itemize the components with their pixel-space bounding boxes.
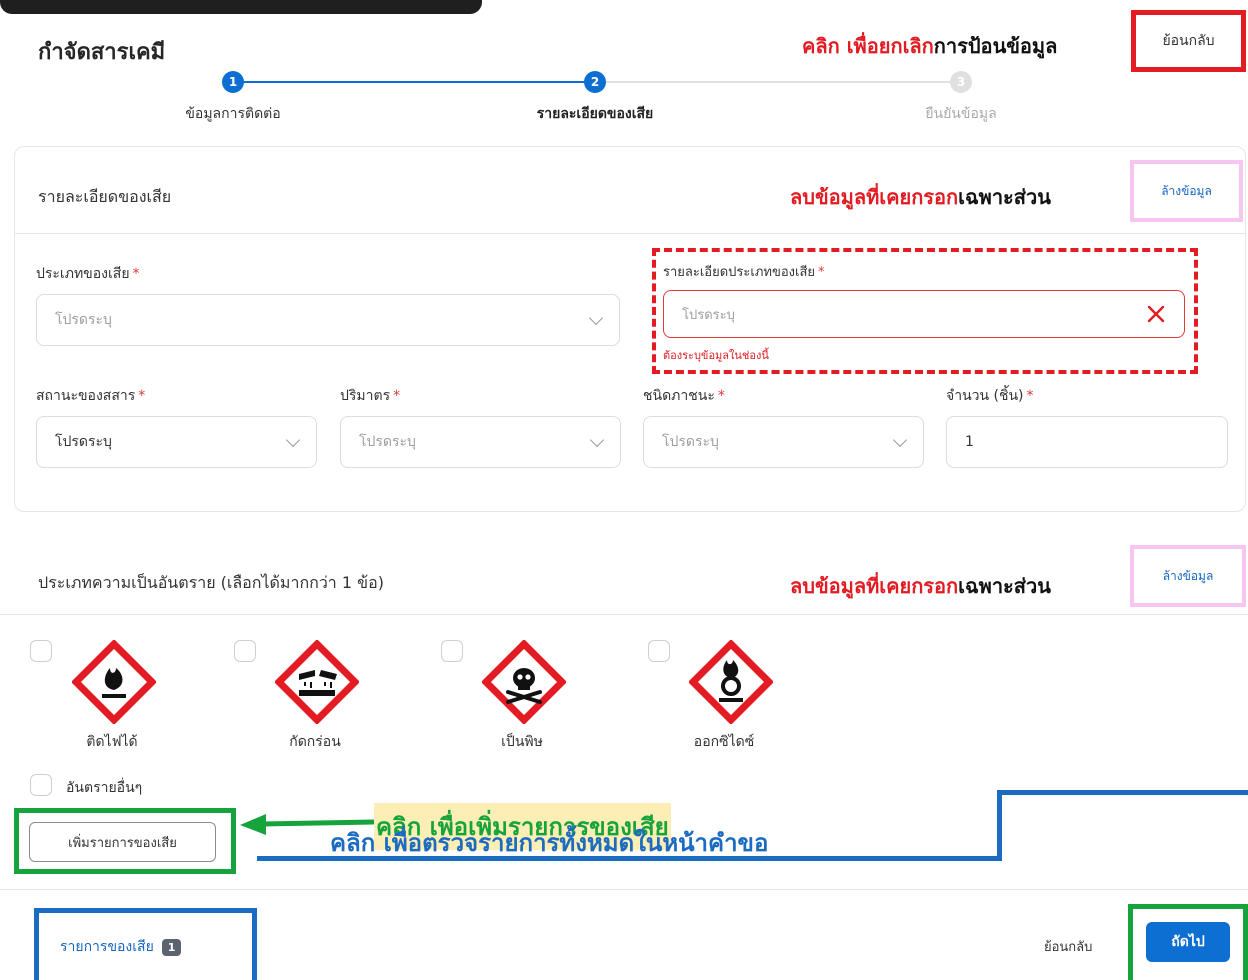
- stepper-line-pending: [606, 81, 956, 83]
- hazard-divider: [0, 614, 1248, 615]
- container-label-text: ชนิดภาชนะ: [643, 388, 715, 404]
- waste-type-detail-input[interactable]: โปรดระบุ: [663, 290, 1185, 338]
- clear-annotation-2-highlight: ลบข้อมูลที่เคยกรอก: [790, 574, 959, 598]
- chevron-down-icon: [285, 432, 301, 448]
- toxic-icon: [482, 640, 566, 724]
- page-title: กำจัดสารเคมี: [38, 40, 166, 65]
- footer-back-button[interactable]: ย้อนกลับ: [1044, 936, 1092, 957]
- waste-type-placeholder: โปรดระบุ: [55, 312, 112, 328]
- state-value: โปรดระบุ: [55, 434, 112, 450]
- cancel-annotation-highlight: คลิก เพื่อยกเลิก: [802, 34, 934, 58]
- quantity-input[interactable]: 1: [946, 416, 1228, 468]
- state-select[interactable]: โปรดระบุ: [36, 416, 317, 468]
- container-placeholder: โปรดระบุ: [662, 434, 719, 450]
- chevron-down-icon: [892, 432, 908, 448]
- items-list-label: รายการของเสีย: [60, 939, 154, 955]
- step-1-dot: 1: [222, 71, 244, 93]
- hazard-label-corrosive: กัดกร่อน: [289, 734, 341, 750]
- step-3-label: ยืนยันข้อมูล: [925, 106, 997, 122]
- waste-type-detail-label-text: รายละเอียดประเภทของเสีย: [663, 265, 815, 280]
- next-button[interactable]: ถัดไป: [1146, 922, 1230, 962]
- required-mark: *: [138, 388, 146, 404]
- cancel-annotation-rest: การป้อนข้อมูล: [933, 34, 1058, 58]
- chevron-down-icon: [588, 310, 604, 326]
- waste-type-label-text: ประเภทของเสีย: [36, 266, 130, 282]
- hazard-label-toxic: เป็นพิษ: [501, 734, 543, 750]
- review-annotation: คลิก เพื่อตรวจรายการทั้งหมดในหน้าคำขอ: [330, 829, 769, 857]
- state-label: สถานะของสสาร *: [36, 385, 145, 407]
- clear-annotation-1-highlight: ลบข้อมูลที่เคยกรอก: [790, 185, 959, 209]
- clear-annotation-2: ลบข้อมูลที่เคยกรอกเฉพาะส่วน: [790, 570, 1051, 602]
- volume-label-text: ปริมาตร: [340, 388, 391, 404]
- waste-detail-title: รายละเอียดของเสีย: [38, 187, 172, 206]
- volume-label: ปริมาตร *: [340, 385, 400, 407]
- review-connector-vertical: [997, 790, 1002, 861]
- waste-type-select[interactable]: โปรดระบุ: [36, 294, 620, 346]
- items-count-badge: 1: [161, 938, 182, 956]
- review-connector-top: [997, 790, 1248, 795]
- waste-type-detail-error: ต้องระบุข้อมูลในช่องนี้: [663, 349, 769, 362]
- required-mark: *: [818, 265, 825, 280]
- chevron-down-icon: [589, 432, 605, 448]
- corrosive-icon: [275, 640, 359, 724]
- add-item-button[interactable]: เพิ่มรายการของเสีย: [29, 822, 216, 862]
- other-hazard-label: อันตรายอื่นๆ: [66, 780, 143, 796]
- clear-hazard-button[interactable]: ล้างข้อมูล: [1130, 545, 1246, 607]
- oxidizer-checkbox[interactable]: [648, 640, 670, 662]
- oxidizer-icon: [689, 640, 773, 724]
- flammable-checkbox[interactable]: [30, 640, 52, 662]
- required-mark: *: [393, 388, 401, 404]
- cancel-annotation: คลิก เพื่อยกเลิกการป้อนข้อมูล: [802, 30, 1057, 62]
- clear-annotation-1-rest: เฉพาะส่วน: [958, 185, 1051, 209]
- footer-divider: [0, 889, 1248, 890]
- hazard-label-oxidizer: ออกซิไดซ์: [693, 734, 755, 750]
- toxic-checkbox[interactable]: [441, 640, 463, 662]
- required-mark: *: [1026, 388, 1034, 404]
- clear-waste-detail-button[interactable]: ล้างข้อมูล: [1130, 160, 1243, 222]
- container-label: ชนิดภาชนะ *: [643, 385, 725, 407]
- volume-select[interactable]: โปรดระบุ: [340, 416, 621, 468]
- quantity-label: จำนวน (ชิ้น) *: [946, 385, 1034, 407]
- corrosive-checkbox[interactable]: [234, 640, 256, 662]
- close-icon[interactable]: [1146, 304, 1166, 324]
- waste-type-detail-label: รายละเอียดประเภทของเสีย *: [663, 261, 825, 282]
- quantity-label-text: จำนวน (ชิ้น): [946, 388, 1024, 404]
- clear-annotation-1: ลบข้อมูลที่เคยกรอกเฉพาะส่วน: [790, 181, 1051, 213]
- header-back-button[interactable]: ย้อนกลับ: [1131, 10, 1246, 72]
- header-back-label: ย้อนกลับ: [1162, 33, 1215, 49]
- waste-detail-divider: [15, 233, 1245, 234]
- waste-type-label: ประเภทของเสีย *: [36, 263, 140, 285]
- step-2-dot: 2: [584, 71, 606, 93]
- other-hazard-checkbox[interactable]: [30, 774, 52, 796]
- volume-placeholder: โปรดระบุ: [359, 434, 416, 450]
- clear-annotation-2-rest: เฉพาะส่วน: [958, 574, 1051, 598]
- top-bar: [0, 0, 482, 14]
- state-label-text: สถานะของสสาร: [36, 388, 136, 404]
- step-3-dot: 3: [950, 71, 972, 93]
- hazard-label-flammable: ติดไฟได้: [86, 734, 138, 750]
- items-list-button[interactable]: รายการของเสีย 1: [60, 936, 182, 958]
- hazard-title: ประเภทความเป็นอันตราย (เลือกได้มากกว่า 1…: [38, 573, 384, 592]
- container-select[interactable]: โปรดระบุ: [643, 416, 924, 468]
- flammable-icon: [72, 640, 156, 724]
- step-2-label: รายละเอียดของเสีย: [536, 106, 654, 122]
- stepper-line-complete: [242, 81, 592, 83]
- required-mark: *: [717, 388, 725, 404]
- waste-type-detail-placeholder: โปรดระบุ: [682, 307, 735, 323]
- required-mark: *: [132, 266, 140, 282]
- step-1-label: ข้อมูลการติดต่อ: [185, 106, 281, 122]
- quantity-value: 1: [965, 434, 974, 450]
